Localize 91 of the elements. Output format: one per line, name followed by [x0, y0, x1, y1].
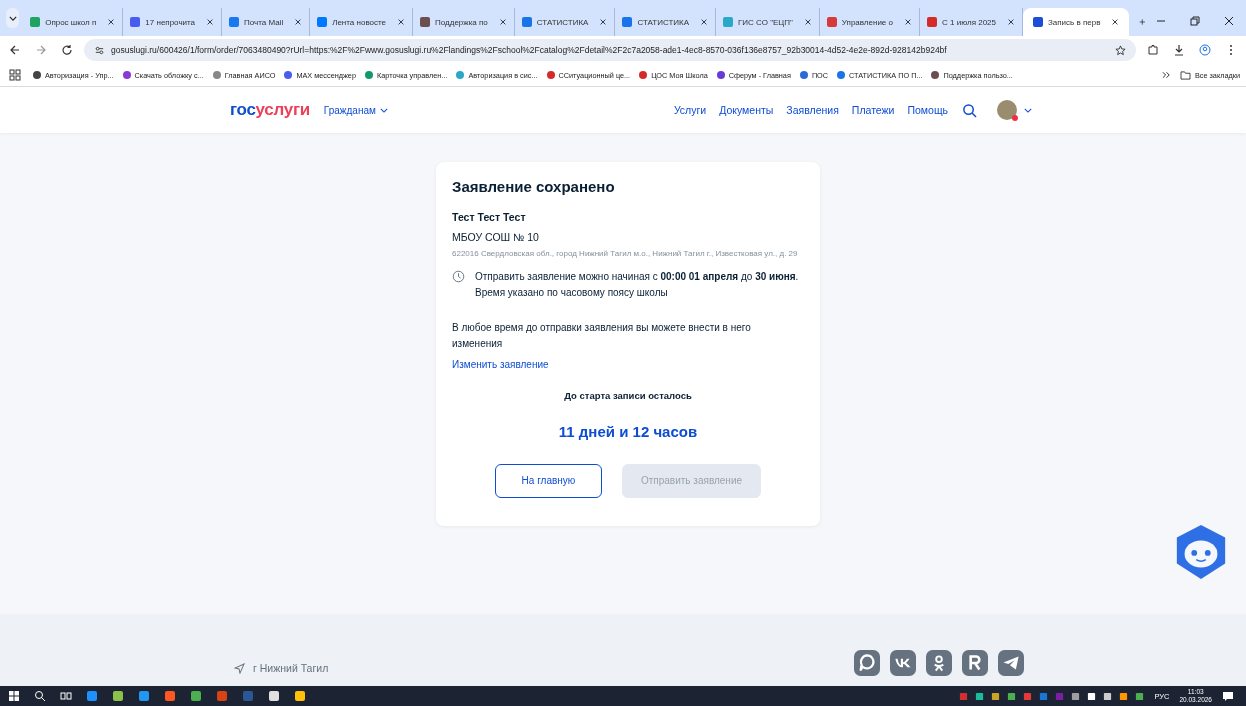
notification-icon[interactable] — [1222, 690, 1234, 702]
site-settings-icon[interactable] — [94, 44, 105, 56]
address-bar[interactable]: gosuslugi.ru/600426/1/form/order/7063480490?rUrl=https:%2F%2Fwww.gosuslugi.ru%2Flandings%2Fschool%2Fcatalog%2Fdetail%2F2c7a2058-ade1-4ec8-8570-036f136e8757_92b30014-4d52-4e2e-892d-928142b924bf — [84, 39, 1136, 61]
r-letter-icon[interactable] — [962, 650, 988, 676]
clock-icon — [452, 269, 465, 283]
chevron-down-icon — [8, 15, 17, 21]
app-icon[interactable] — [190, 690, 202, 702]
close-icon[interactable] — [1111, 18, 1120, 26]
apps-grid-icon[interactable] — [9, 69, 21, 81]
close-icon[interactable] — [1224, 16, 1234, 26]
avatar[interactable] — [997, 100, 1017, 120]
caret-icon — [379, 107, 388, 113]
reload-icon[interactable] — [61, 44, 73, 56]
app-icon[interactable] — [138, 690, 150, 702]
ok-icon[interactable] — [926, 650, 952, 676]
browser-tab[interactable]: Почта Mail — [222, 8, 311, 36]
new-tab-icon[interactable] — [1139, 17, 1146, 27]
tab-title: Поддержка по — [435, 17, 488, 27]
nav-link[interactable]: Заявления — [786, 104, 839, 116]
star-icon[interactable] — [1115, 44, 1126, 56]
card-title: Заявление сохранено — [452, 178, 616, 195]
tab-title: Опрос школ п — [45, 17, 97, 27]
tab-title: СТАТИСТИКА — [637, 17, 690, 27]
browser-tab[interactable]: С 1 июля 2025 — [920, 8, 1023, 36]
forward-icon[interactable] — [35, 44, 47, 56]
nav-link[interactable]: Документы — [719, 104, 774, 116]
close-icon[interactable] — [294, 18, 303, 26]
nav-link[interactable]: Платежи — [851, 104, 895, 116]
countdown-label: До старта записи осталось — [563, 389, 693, 401]
tab-title: СТАТИСТИКА — [536, 17, 589, 27]
countdown-value: 11 дней и 12 часов — [557, 422, 699, 440]
close-icon[interactable] — [700, 18, 709, 26]
notice-text: Отправить заявление можно начиная с 00:00 01 апреля до 30 июня. Время указано по часовому поясу школы — [475, 269, 800, 301]
download-icon[interactable] — [1173, 44, 1185, 56]
tab-title: Запись в перв — [1048, 17, 1101, 27]
nav-link[interactable]: Услуги — [673, 104, 707, 116]
caret-icon[interactable] — [1024, 107, 1032, 113]
close-icon[interactable] — [904, 18, 912, 26]
school-address: 622016 Свердловская обл., город Нижний Тагил м.о., Нижний Тагил г., Известковая ул., д. 29 — [452, 248, 799, 260]
tab-list-button[interactable] — [6, 8, 20, 28]
url-text: gosuslugi.ru/600426/1/form/order/7063480490?rUrl=https:%2F%2Fwww.gosuslugi.ru%2Flandings%2Fschool%2Fcatalog%2Fdetail%2F2c7a2058-ade1-4ec8-8570-036f136e8757_92b30014-4d52-4e2e-892d-928142b924bf — [111, 45, 948, 55]
app-icon[interactable] — [164, 690, 176, 702]
app-icon[interactable] — [112, 690, 124, 702]
app-icon[interactable] — [294, 690, 306, 702]
close-icon[interactable] — [1007, 18, 1015, 26]
close-icon[interactable] — [803, 18, 812, 26]
tab-title: Управление о — [841, 17, 893, 27]
close-icon[interactable] — [107, 18, 116, 26]
search-icon[interactable] — [34, 690, 46, 702]
tab-title: С 1 июля 2025 — [942, 17, 996, 27]
folder-icon — [1179, 70, 1191, 80]
restore-icon[interactable] — [1190, 16, 1200, 26]
school-name: МБОУ СОШ № 10 — [452, 231, 540, 243]
city-link[interactable]: г Нижний Тагил — [234, 662, 329, 674]
edit-link[interactable]: Изменить заявление — [452, 358, 549, 370]
task-view-icon[interactable] — [60, 690, 72, 702]
profile-icon[interactable] — [1199, 44, 1211, 56]
action-button[interactable]: На главную — [494, 463, 602, 498]
browser-tab[interactable]: СТАТИСТИКА — [615, 8, 717, 36]
tab-title: 17 непрочита — [145, 17, 196, 27]
browser-tab[interactable]: Поддержка по — [413, 8, 515, 36]
logo[interactable]: госуслуги — [230, 100, 310, 120]
chat-bubble-icon[interactable] — [854, 650, 880, 676]
paper-plane-icon[interactable] — [998, 650, 1024, 676]
app-icon[interactable] — [268, 690, 280, 702]
info-text: В любое время до отправки заявления вы можете внести в него изменения — [452, 320, 752, 352]
close-icon[interactable] — [397, 18, 406, 26]
tab-title: ГИС СО "ЕЦП" — [738, 17, 793, 27]
browser-tab[interactable]: Опрос школ п — [23, 8, 124, 36]
browser-tab[interactable]: ГИС СО "ЕЦП" — [716, 8, 820, 36]
app-icon[interactable] — [86, 690, 98, 702]
search-icon[interactable] — [962, 102, 977, 118]
location-arrow-icon — [234, 662, 245, 674]
close-icon[interactable] — [498, 18, 507, 26]
browser-tab[interactable]: Управление о — [819, 8, 920, 36]
close-icon[interactable] — [599, 18, 608, 26]
puzzle-icon[interactable] — [1147, 44, 1159, 56]
nav-link[interactable]: Помощь — [907, 104, 948, 116]
double-chevron-icon[interactable] — [1161, 71, 1171, 79]
back-icon[interactable] — [9, 44, 21, 56]
browser-tab[interactable]: 17 непрочита — [123, 8, 223, 36]
browser-tab[interactable]: Лента новосте — [310, 8, 414, 36]
citizens-menu[interactable]: Гражданам — [323, 104, 388, 116]
applicant-name: Тест Тест Тест — [452, 211, 527, 223]
vk-icon[interactable] — [890, 650, 916, 676]
browser-tab[interactable]: СТАТИСТИКА — [514, 8, 616, 36]
close-icon[interactable] — [206, 18, 215, 26]
tab-title: Лента новосте — [332, 17, 387, 27]
windows-start-icon[interactable] — [8, 690, 20, 702]
tab-title: Почта Mail — [244, 17, 284, 27]
browser-tab[interactable]: Запись в перв — [1023, 8, 1130, 36]
